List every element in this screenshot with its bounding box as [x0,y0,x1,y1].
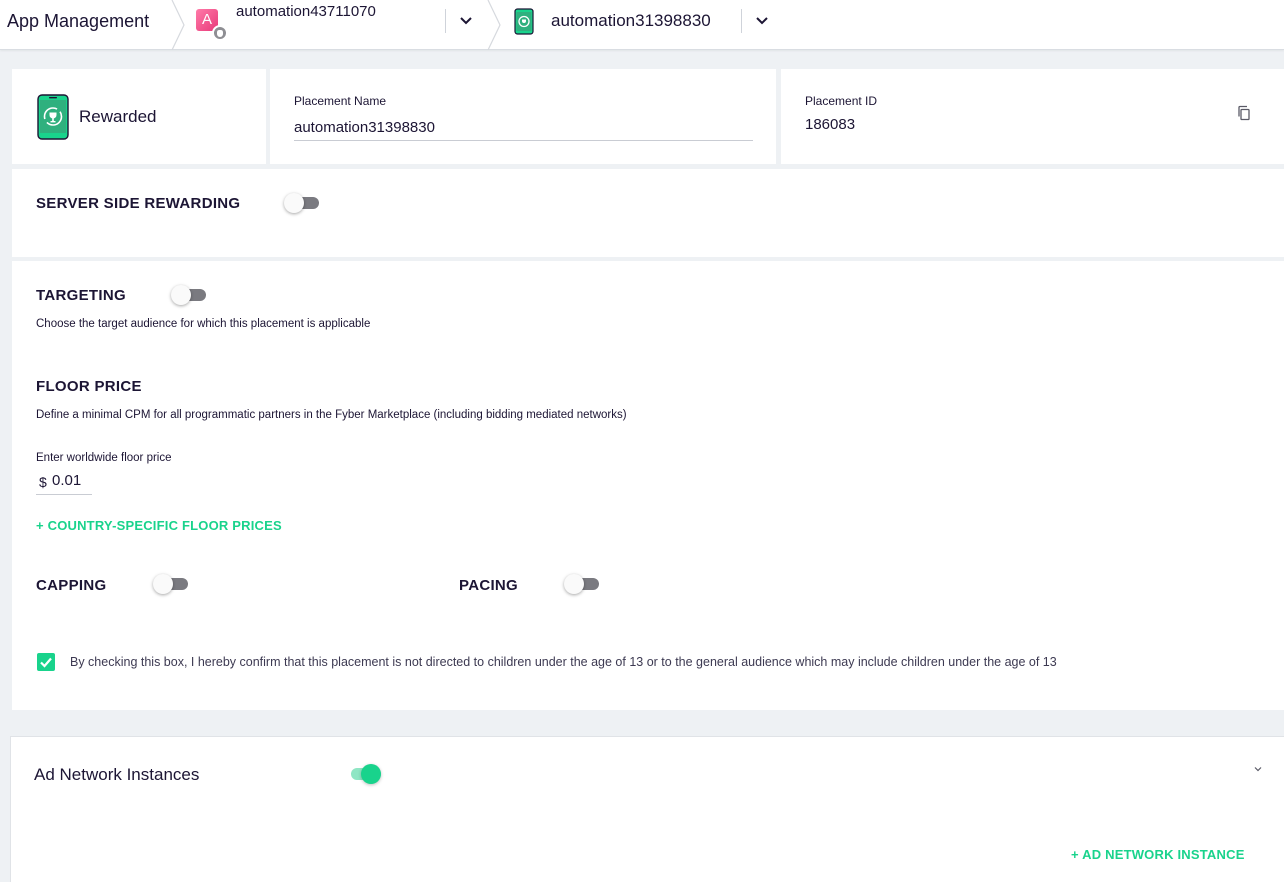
placement-type-label: Rewarded [79,107,157,126]
placement-name-label: Placement Name [294,94,387,108]
placement-type-card: Rewarded [12,69,266,164]
toggle-knob [171,285,191,305]
breadcrumb-separator-icon [487,0,501,50]
capping-title: CAPPING [36,577,107,594]
divider [445,9,446,33]
add-ad-network-instance-button[interactable]: + AD NETWORK INSTANCE [1071,847,1245,862]
checkmark-icon [40,657,52,668]
floor-price-input[interactable] [52,470,90,490]
floor-price-description: Define a minimal CPM for all programmati… [36,409,627,421]
placement-id-card: Placement ID 186083 [781,69,1284,164]
floor-price-field: $ [36,468,92,495]
server-side-rewarding-toggle[interactable] [284,193,320,213]
breadcrumb-placement-name[interactable]: automation31398830 [551,11,711,31]
ad-network-instances-toggle[interactable] [346,764,382,784]
targeting-title: TARGETING [36,287,126,304]
app-dropdown-chevron-down-icon[interactable] [457,12,475,30]
targeting-description: Choose the target audience for which thi… [36,318,371,330]
toggle-knob [564,574,584,594]
placement-name-input[interactable] [294,115,753,141]
pacing-title: PACING [459,577,519,594]
rewarded-phone-icon [37,94,69,140]
apple-platform-icon [212,25,228,41]
copy-icon[interactable] [1236,105,1252,121]
targeting-toggle[interactable] [171,285,207,305]
pacing-toggle[interactable] [564,574,600,594]
floor-price-title: FLOOR PRICE [36,378,142,395]
country-floor-prices-button[interactable]: + COUNTRY-SPECIFIC FLOOR PRICES [36,518,282,533]
placement-id-value: 186083 [805,116,856,133]
currency-symbol: $ [39,474,47,490]
toggle-knob [284,193,304,213]
placement-name-card: Placement Name [270,69,776,164]
placement-id-label: Placement ID [805,94,878,108]
server-side-rewarding-title: SERVER SIDE REWARDING [36,195,241,212]
placement-dropdown-chevron-down-icon[interactable] [753,12,771,30]
floor-price-input-label: Enter worldwide floor price [36,452,172,464]
ad-network-instances-title: Ad Network Instances [34,765,200,784]
ad-network-instances-card: Ad Network Instances + AD NETWORK INSTAN… [10,736,1284,882]
breadcrumb-app-name[interactable]: automation43711070 [236,3,376,20]
coppa-consent-text: By checking this box, I hereby confirm t… [70,655,1057,669]
breadcrumb-app-management[interactable]: App Management [7,11,149,32]
coppa-consent-checkbox[interactable] [37,653,55,671]
top-breadcrumb-bar: App Management A automation43711070 auto… [0,0,1284,50]
capping-toggle[interactable] [153,574,189,594]
chevron-down-icon[interactable] [1252,763,1264,775]
rewarded-phone-icon [514,8,534,35]
server-side-rewarding-card: SERVER SIDE REWARDING [12,169,1284,257]
placement-settings-card: TARGETING Choose the target audience for… [12,261,1284,710]
divider [741,9,742,33]
breadcrumb-separator-icon [171,0,185,50]
toggle-knob [361,764,381,784]
toggle-knob [153,574,173,594]
